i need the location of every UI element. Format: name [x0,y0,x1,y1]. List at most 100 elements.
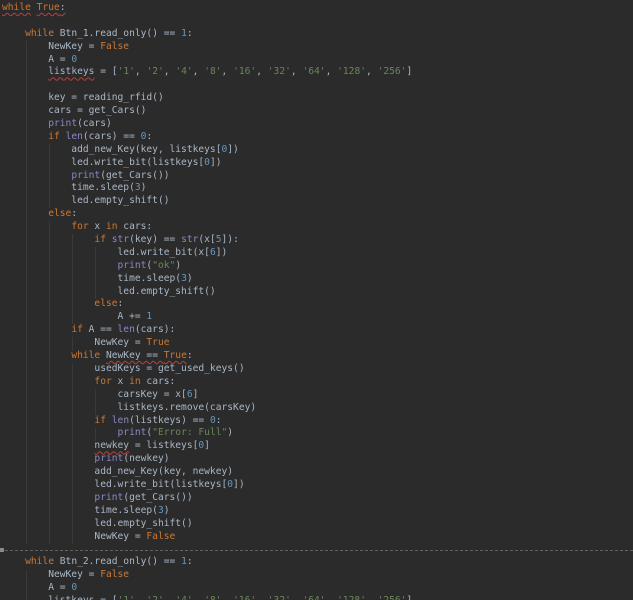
code-line[interactable]: led.write_bit(listkeys[0]) [2,479,633,492]
code-token: cars: [140,375,176,387]
code-line[interactable]: A = 0 [2,54,633,67]
code-token: print [48,118,78,130]
code-line[interactable]: for x in cars: [2,376,633,389]
code-token: , [256,595,268,600]
code-token: '64' [302,595,325,600]
code-token: led.write_bit(listkeys[ [2,478,228,490]
code-line[interactable]: time.sleep(3) [2,182,633,195]
code-token: led.empty_shift() [2,517,193,529]
code-token: '256' [377,66,407,78]
code-editor[interactable]: while True: while Btn_1.read_only() == 1… [0,0,633,600]
code-line[interactable]: print(newkey) [2,453,633,466]
code-line[interactable]: NewKey = False [2,569,633,582]
code-token: ]): [221,234,239,246]
code-line[interactable]: print("Error: Full") [2,427,633,440]
code-line[interactable]: else: [2,298,633,311]
code-line[interactable]: add_new_Key(key, newkey) [2,466,633,479]
code-line[interactable]: listkeys = ['1', '2', '4', '8', '16', '3… [2,595,633,600]
code-line[interactable]: while Btn_2.read_only() == 1: [2,556,633,569]
code-token: if [48,130,60,142]
code-line[interactable]: while Btn_1.read_only() == 1: [2,28,633,41]
code-token: 0 [71,53,78,65]
code-token: while [25,27,54,39]
code-line[interactable]: while True: [2,2,633,15]
code-token: '128' [337,595,366,600]
code-line[interactable]: print("ok") [2,260,633,273]
code-line[interactable]: cars = get_Cars() [2,105,633,118]
indent-guide [95,427,97,441]
code-token: : [146,130,153,142]
code-token: , [135,595,147,600]
code-token: ) [163,504,170,516]
code-token: (cars): [134,324,176,336]
code-line[interactable]: print(get_Cars()) [2,492,633,505]
code-token: False [100,40,130,52]
code-line[interactable]: while NewKey == True: [2,350,633,363]
code-token: listkeys.remove(carsKey) [2,401,257,413]
code-token: , [291,595,303,600]
code-token: (get_Cars()) [100,169,170,181]
code-line[interactable]: NewKey = False [2,41,633,54]
code-line[interactable]: A += 1 [2,311,633,324]
code-token: x [111,375,130,387]
code-token: '4' [175,595,192,600]
code-token: listkeys = [ [2,595,117,600]
code-line[interactable]: led.write_bit(x[6]) [2,247,633,260]
code-token: ) [227,427,234,439]
fold-marker-icon[interactable] [0,548,4,553]
code-token: print [94,453,124,465]
code-line[interactable]: print(cars) [2,118,633,131]
code-line[interactable]: usedKeys = get_used_keys() [2,363,633,376]
code-token: print [117,427,147,439]
code-token: False [146,530,176,542]
code-line[interactable] [2,79,633,92]
code-token: Btn_2.read_only() == [54,556,182,568]
code-line[interactable]: if str(key) == str(x[5]): [2,234,633,247]
code-token: '8' [204,595,221,600]
indent-guide [72,234,74,325]
code-line[interactable]: led.write_bit(listkeys[0]) [2,157,633,170]
code-line[interactable]: A = 0 [2,582,633,595]
code-token: : [186,27,193,39]
code-line[interactable]: key = reading_rfid() [2,92,633,105]
code-line[interactable]: for x in cars: [2,221,633,234]
code-token: add_new_Key(key, listkeys[ [2,143,222,155]
code-line[interactable]: listkeys = ['1', '2', '4', '8', '16', '3… [2,66,633,79]
code-token: NewKey = [2,530,147,542]
code-token: '32' [268,595,291,600]
code-line[interactable] [2,15,633,28]
code-line[interactable]: listkeys.remove(carsKey) [2,402,633,415]
code-line[interactable]: time.sleep(3) [2,273,633,286]
code-token: True [146,337,170,349]
code-line[interactable]: led.empty_shift() [2,195,633,208]
code-token: ]) [209,156,222,168]
code-line[interactable]: carsKey = x[6] [2,389,633,402]
code-line[interactable]: print(get_Cars()) [2,170,633,183]
code-area[interactable]: while True: while Btn_1.read_only() == 1… [2,2,633,600]
code-line[interactable]: if len(cars) == 0: [2,131,633,144]
code-token: else [48,208,72,220]
code-token: carsKey = x[ [2,388,187,400]
code-line[interactable]: if A == len(cars): [2,324,633,337]
code-line[interactable]: NewKey = True [2,337,633,350]
code-token: , [134,66,147,78]
code-token: usedKeys = get_used_keys() [2,362,245,374]
code-token: 1 [146,311,153,323]
code-line[interactable]: NewKey = False [2,531,633,544]
code-line[interactable]: else: [2,208,633,221]
code-line[interactable]: add_new_Key(key, listkeys[0]) [2,144,633,157]
method-separator [0,550,633,552]
code-line[interactable]: time.sleep(3) [2,505,633,518]
code-token: "ok" [152,259,176,271]
code-line[interactable]: led.empty_shift() [2,518,633,531]
code-line[interactable]: if len(listkeys) == 0: [2,415,633,428]
code-token: ] [406,66,413,78]
code-token: '4' [175,66,193,78]
code-token: while [25,556,54,568]
code-line[interactable]: newkey = listkeys[0] [2,440,633,453]
code-token: led.write_bit(listkeys[ [2,156,205,168]
code-line[interactable]: led.empty_shift() [2,286,633,299]
